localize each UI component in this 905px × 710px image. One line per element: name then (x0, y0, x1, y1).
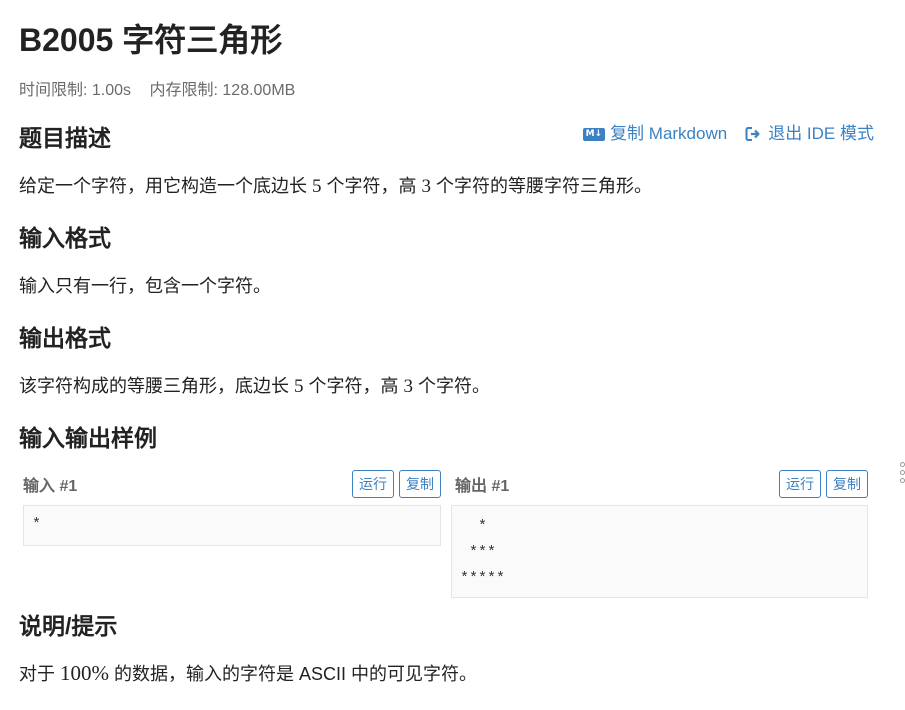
handle-dot-icon (899, 470, 905, 475)
run-input-button[interactable]: 运行 (352, 470, 394, 498)
sample-input-header: 输入 #1 运行 复制 (19, 469, 441, 499)
memory-limit: 内存限制: 128.00MB (149, 82, 296, 99)
handle-dot-icon (899, 478, 905, 483)
output-format-text: 该字符构成的等腰三角形，底边长 5 个字符，高 3 个字符。 (19, 376, 491, 397)
output-format-heading: 输出格式 (19, 325, 111, 351)
input-format-text: 输入只有一行，包含一个字符。 (19, 276, 271, 296)
sign-out-icon (745, 127, 760, 141)
hint-text: 对于 100% 的数据，输入的字符是 ASCII 中的可见字符。 (19, 661, 478, 685)
handle-dot-icon (899, 462, 905, 467)
sample-input: 输入 #1 运行 复制 * (19, 469, 441, 546)
markdown-icon: M↓ (582, 127, 606, 141)
sample-output-label: 输出 #1 (455, 478, 510, 495)
copy-markdown-label: 复制 Markdown (610, 124, 728, 143)
samples-heading: 输入输出样例 (19, 425, 157, 451)
input-format-heading: 输入格式 (19, 225, 111, 251)
sample-output-header: 输出 #1 运行 复制 (451, 469, 868, 499)
copy-output-button[interactable]: 复制 (826, 470, 868, 498)
time-limit: 时间限制: 1.00s (19, 82, 132, 99)
description-heading: 题目描述 (19, 125, 111, 151)
exit-ide-label: 退出 IDE 模式 (768, 124, 874, 143)
copy-markdown-button[interactable]: M↓ 复制 Markdown (582, 122, 728, 146)
limits-row: 时间限制: 1.00s 内存限制: 128.00MB (19, 80, 295, 102)
page-title: B2005 字符三角形 (19, 22, 283, 58)
exit-ide-button[interactable]: 退出 IDE 模式 (745, 122, 874, 146)
sample-output: 输出 #1 运行 复制 * *** ***** (451, 469, 868, 598)
description-text: 给定一个字符，用它构造一个底边长 5 个字符，高 3 个字符的等腰字符三角形。 (19, 176, 653, 197)
sample-input-code: * (23, 505, 441, 546)
drag-handle[interactable] (899, 462, 905, 483)
run-output-button[interactable]: 运行 (779, 470, 821, 498)
sample-input-label: 输入 #1 (23, 478, 78, 495)
copy-input-button[interactable]: 复制 (399, 470, 441, 498)
sample-output-code: * *** ***** (451, 505, 868, 598)
hint-heading: 说明/提示 (19, 613, 118, 639)
toolbar-actions: M↓ 复制 Markdown 退出 IDE 模式 (582, 122, 874, 146)
